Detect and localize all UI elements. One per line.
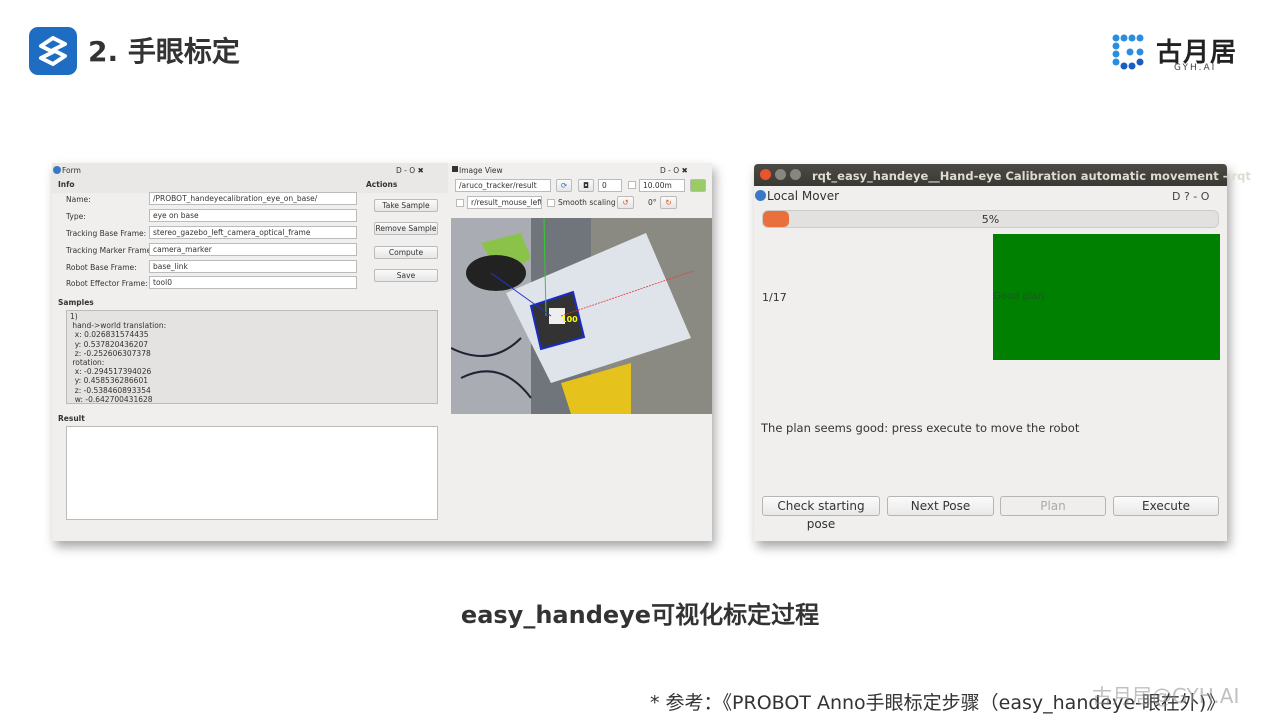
window-title: rqt_easy_handeye__Hand-eye Calibration a…	[812, 169, 1251, 183]
form-title: Form	[62, 166, 81, 175]
save-button[interactable]: Save	[374, 269, 438, 282]
image-view-controls[interactable]: D - O ✖	[660, 166, 688, 175]
range-spinbox[interactable]: 10.00m	[639, 179, 685, 192]
field-input[interactable]: tool0	[149, 276, 357, 289]
plan-status-box: Good plan	[993, 234, 1220, 360]
sample-line: z: -0.252606307378	[70, 348, 151, 358]
check-starting-pose-button[interactable]: Check starting pose	[762, 496, 880, 531]
sample-line: x: 0.026831574435	[70, 330, 149, 340]
topic-select[interactable]: /aruco_tracker/result	[455, 179, 551, 192]
sample-line: w: -0.642700431628	[70, 394, 153, 404]
smooth-label: Smooth scaling	[558, 198, 616, 207]
smooth-checkbox[interactable]	[547, 199, 555, 207]
field-label: Robot Effector Frame:	[66, 279, 148, 288]
actions-label: Actions	[366, 180, 398, 189]
snapshot-button[interactable]: ◘	[578, 179, 594, 192]
image-view-title: Image View	[459, 166, 503, 175]
panel-title: Local Mover	[767, 189, 840, 203]
field-label: Robot Base Frame:	[66, 263, 137, 272]
watermark: 古月居@GYH.AI	[1092, 684, 1240, 708]
rotate-left-button[interactable]: ↺	[617, 196, 634, 209]
sample-line: 1)	[70, 312, 78, 321]
mouse-checkbox[interactable]	[456, 199, 464, 207]
caption: easy_handeye可视化标定过程	[460, 601, 820, 629]
range-checkbox[interactable]	[628, 181, 636, 189]
compute-button[interactable]: Compute	[374, 246, 438, 259]
result-label: Result	[58, 414, 85, 423]
info-label: Info	[58, 180, 75, 189]
sample-line: y: 0.458536286601	[70, 376, 148, 386]
rotate-right-button[interactable]: ↻	[660, 196, 677, 209]
mouse-topic-field[interactable]: r/result_mouse_left	[467, 196, 542, 209]
field-label: Name:	[66, 195, 91, 204]
pose-counter: 1/17	[762, 291, 787, 304]
samples-textarea[interactable]: 1) hand->world translation: x: 0.0268315…	[66, 310, 438, 404]
sample-line: x: -0.294517394026	[70, 367, 152, 377]
sample-line: hand->world translation:	[70, 321, 167, 331]
field-input[interactable]: /PROBOT_handeyecalibration_eye_on_base/	[149, 192, 357, 205]
spin-box[interactable]: 0	[598, 179, 622, 192]
plan-message: The plan seems good: press execute to mo…	[761, 421, 1080, 435]
progress-text: 5%	[981, 213, 1000, 226]
panel-controls[interactable]: D ? - O	[1172, 190, 1209, 203]
plan-button[interactable]: Plan	[1000, 496, 1106, 516]
image-view-icon	[452, 166, 458, 172]
minimize-icon[interactable]	[775, 169, 786, 180]
execute-button[interactable]: Execute	[1113, 496, 1219, 516]
field-label: Type:	[66, 212, 86, 221]
help-icon[interactable]	[755, 190, 766, 201]
rotation-label: 0°	[648, 198, 657, 207]
brand-dots-icon	[1112, 34, 1144, 70]
field-input[interactable]: base_link	[149, 260, 357, 273]
field-input[interactable]: eye on base	[149, 209, 357, 222]
field-label: Tracking Marker Frame:	[66, 246, 154, 255]
sample-line: z: -0.538460893354	[70, 385, 151, 395]
brand-sub: GYH.AI	[1174, 63, 1217, 73]
slide-title: 2. 手眼标定	[88, 35, 240, 68]
plan-status: Good plan	[993, 291, 1045, 302]
brand-logo: 古月居 GYH.AI	[1110, 32, 1250, 76]
help-icon[interactable]	[53, 166, 61, 174]
maximize-icon[interactable]	[790, 169, 801, 180]
close-icon[interactable]	[760, 169, 771, 180]
take-sample-button[interactable]: Take Sample	[374, 199, 438, 212]
save-image-button[interactable]	[690, 179, 706, 192]
marker-id-label: 100	[561, 315, 578, 324]
sample-line: y: 0.537820436207	[70, 339, 148, 349]
result-textarea[interactable]	[66, 426, 438, 520]
form-title-controls[interactable]: D - O ✖	[396, 166, 424, 175]
remove-sample-button[interactable]: Remove Sample	[374, 222, 438, 235]
sample-line: rotation:	[70, 358, 105, 368]
logo-icon	[29, 27, 77, 75]
samples-label: Samples	[58, 298, 94, 307]
next-pose-button[interactable]: Next Pose	[887, 496, 994, 516]
progress-bar: 5%	[762, 210, 1219, 228]
refresh-button[interactable]: ⟳	[556, 179, 572, 192]
field-input[interactable]: stereo_gazebo_left_camera_optical_frame	[149, 226, 357, 239]
field-label: Tracking Base Frame:	[66, 229, 147, 238]
camera-image: 100	[451, 218, 712, 414]
field-input[interactable]: camera_marker	[149, 243, 357, 256]
